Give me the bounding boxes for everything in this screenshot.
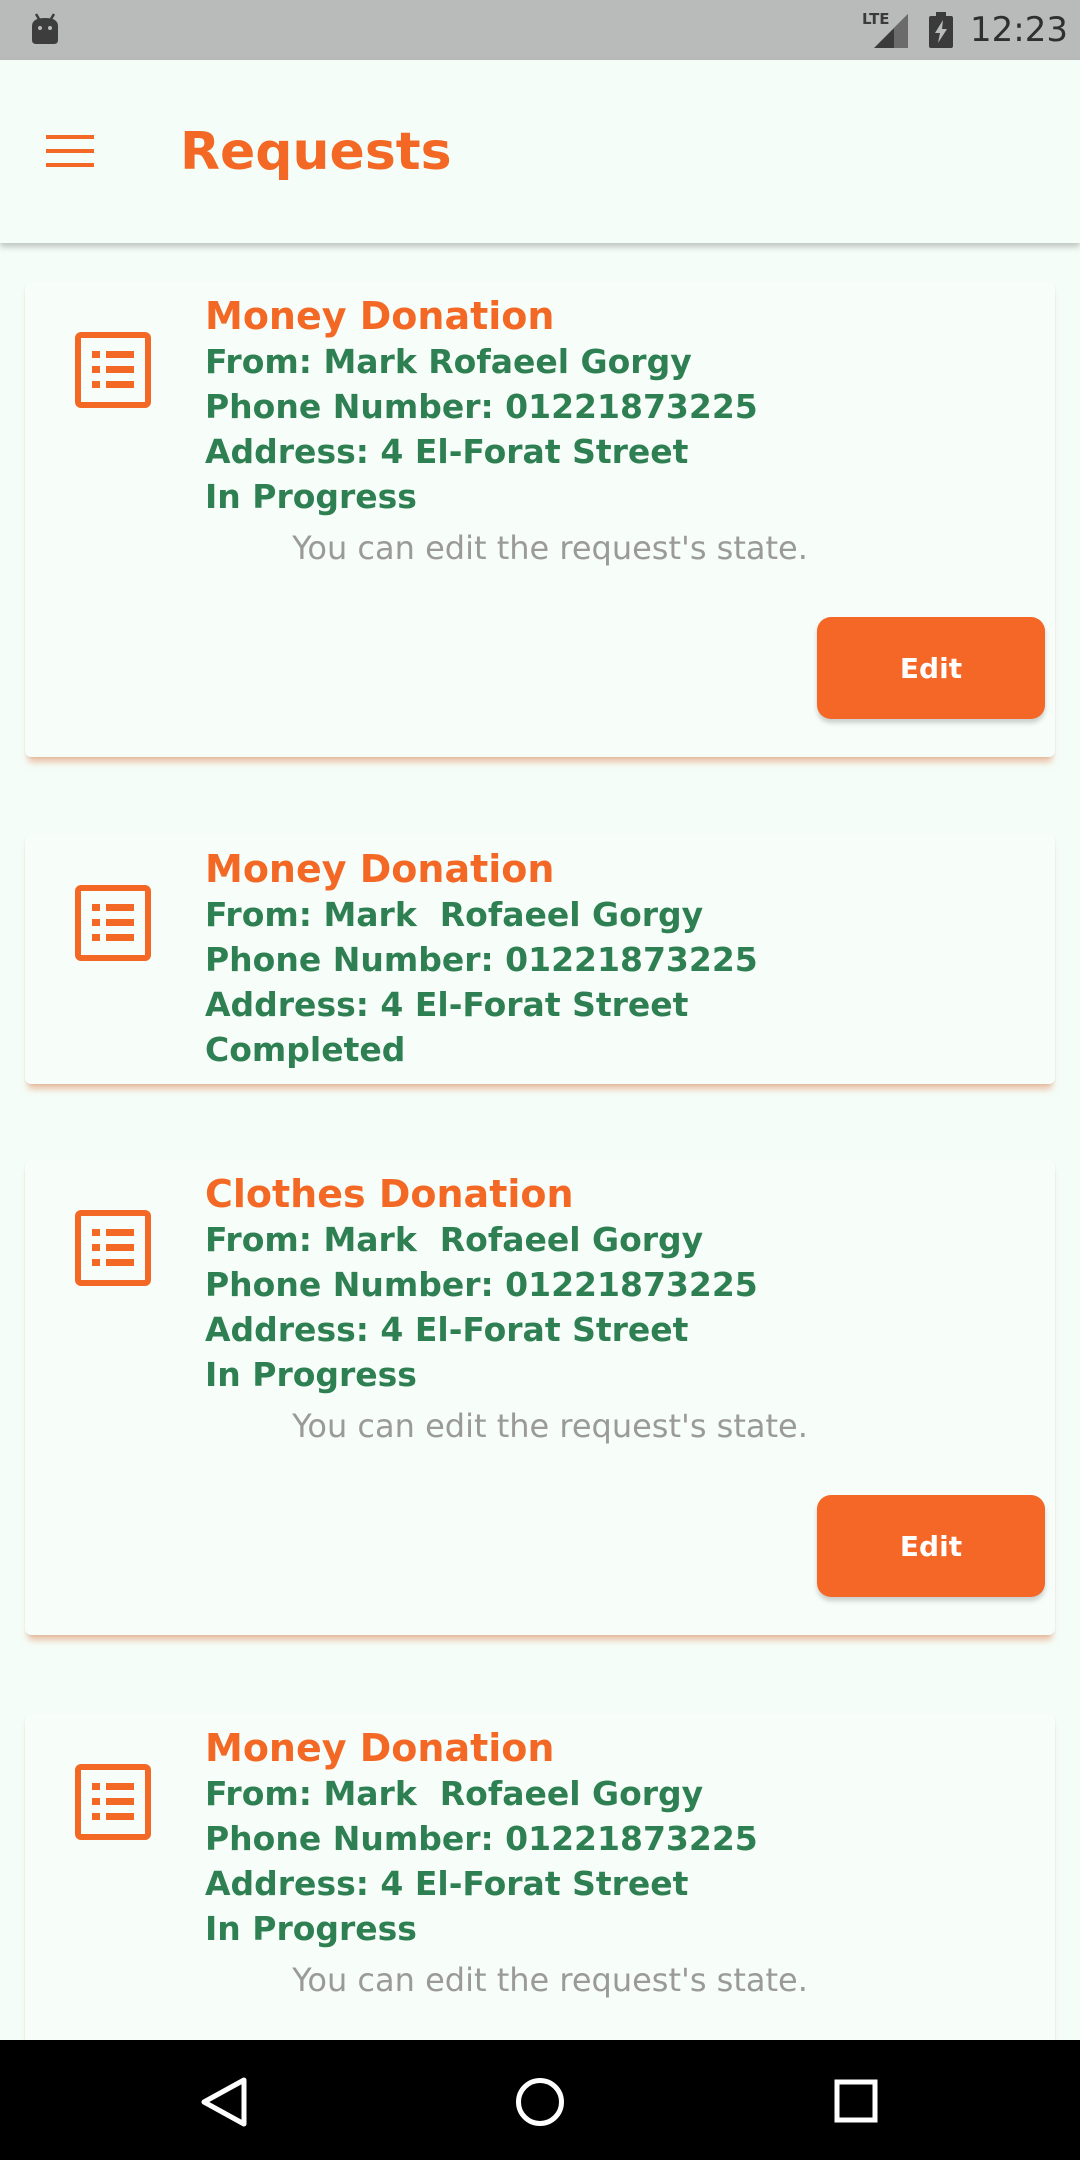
request-title: Money Donation (205, 1726, 555, 1770)
request-address: Address: 4 El-Forat Street (205, 985, 689, 1024)
android-icon (32, 13, 58, 44)
home-icon[interactable] (515, 2077, 565, 2127)
request-card[interactable]: Money Donation From: Mark Rofaeel Gorgy … (25, 281, 1055, 757)
menu-icon[interactable] (46, 133, 94, 169)
list-document-icon (75, 885, 151, 961)
request-title: Money Donation (205, 294, 555, 338)
edit-hint: You can edit the request's state. (292, 1407, 808, 1445)
edit-button[interactable]: Edit (817, 1495, 1045, 1597)
back-icon[interactable] (200, 2077, 248, 2127)
request-details: Clothes Donation From: Mark Rofaeel Gorg… (205, 1171, 1025, 1397)
request-details: Money Donation From: Mark Rofaeel Gorgy … (205, 293, 1025, 519)
request-details: Money Donation From: Mark Rofaeel Gorgy … (205, 1725, 1025, 1951)
request-card[interactable]: Money Donation From: Mark Rofaeel Gorgy … (25, 834, 1055, 1084)
recents-icon[interactable] (834, 2079, 878, 2123)
request-from: From: Mark Rofaeel Gorgy (205, 1774, 704, 1813)
request-phone: Phone Number: 01221873225 (205, 1265, 758, 1304)
navigation-bar (0, 2040, 1080, 2160)
request-from: From: Mark Rofaeel Gorgy (205, 342, 692, 381)
signal-icon (874, 14, 908, 48)
request-phone: Phone Number: 01221873225 (205, 387, 758, 426)
request-card[interactable]: Clothes Donation From: Mark Rofaeel Gorg… (25, 1159, 1055, 1635)
request-status: Completed (205, 1030, 406, 1069)
request-status: In Progress (205, 477, 417, 516)
request-from: From: Mark Rofaeel Gorgy (205, 895, 704, 934)
request-address: Address: 4 El-Forat Street (205, 1310, 689, 1349)
request-details: Money Donation From: Mark Rofaeel Gorgy … (205, 846, 1025, 1072)
list-document-icon (75, 1210, 151, 1286)
request-phone: Phone Number: 01221873225 (205, 1819, 758, 1858)
page-title: Requests (180, 122, 452, 182)
app-bar: Requests (0, 60, 1080, 243)
request-status: In Progress (205, 1909, 417, 1948)
request-status: In Progress (205, 1355, 417, 1394)
edit-button[interactable]: Edit (817, 617, 1045, 719)
edit-hint: You can edit the request's state. (292, 1961, 808, 1999)
requests-list[interactable]: Money Donation From: Mark Rofaeel Gorgy … (0, 243, 1080, 2040)
request-title: Clothes Donation (205, 1172, 574, 1216)
request-card[interactable]: Money Donation From: Mark Rofaeel Gorgy … (25, 1713, 1055, 2040)
request-phone: Phone Number: 01221873225 (205, 940, 758, 979)
list-document-icon (75, 332, 151, 408)
request-from: From: Mark Rofaeel Gorgy (205, 1220, 704, 1259)
edit-hint: You can edit the request's state. (292, 529, 808, 567)
status-bar: LTE 12:23 (0, 0, 1080, 60)
list-document-icon (75, 1764, 151, 1840)
request-address: Address: 4 El-Forat Street (205, 1864, 689, 1903)
request-address: Address: 4 El-Forat Street (205, 432, 689, 471)
request-title: Money Donation (205, 847, 555, 891)
clock: 12:23 (970, 10, 1068, 50)
battery-icon (929, 12, 953, 48)
